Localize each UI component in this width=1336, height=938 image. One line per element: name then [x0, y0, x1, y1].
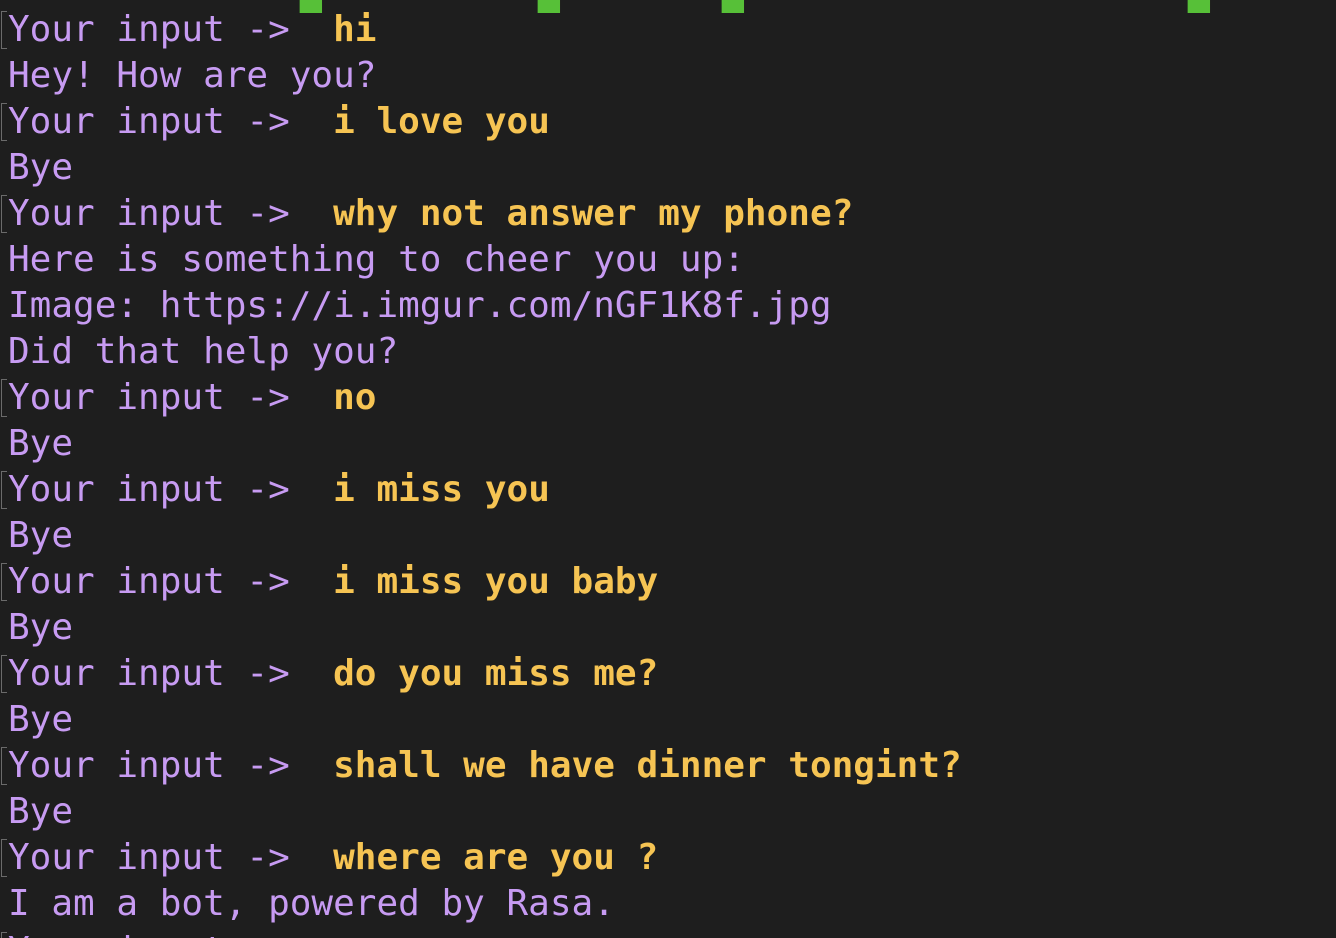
prompt-label: Your input ->	[8, 561, 290, 602]
bot-reply-line: Did that help you?	[0, 329, 1336, 375]
bot-reply-line: Bye	[0, 513, 1336, 559]
prompt-label: Your input ->	[8, 837, 290, 878]
user-input-text: hi	[333, 9, 377, 50]
prompt-label: Your input ->	[8, 193, 290, 234]
user-input-text: why not answer my phone?	[333, 193, 854, 234]
prompt-line: Your input -> i love you	[0, 99, 1336, 145]
bot-reply-text: Bye	[8, 699, 74, 740]
prompt-label: Your input ->	[8, 653, 290, 694]
user-input-text: where are you ?	[333, 837, 659, 878]
user-input-text: i love you	[333, 101, 550, 142]
prompt-label: Your input ->	[8, 377, 290, 418]
bot-reply-text: Bye	[8, 515, 74, 556]
prompt-line: Your input -> where are you ?	[0, 835, 1336, 881]
bot-reply-line: Bye	[0, 421, 1336, 467]
user-input-text: i miss you	[333, 469, 550, 510]
bot-reply-text: I am a bot, powered by Rasa.	[8, 883, 615, 924]
bot-reply-line: Here is something to cheer you up:	[0, 237, 1336, 283]
prompt-line: Your input -> hi	[0, 7, 1336, 53]
bot-reply-line: Bye	[0, 789, 1336, 835]
bot-reply-text: Here is something to cheer you up:	[8, 239, 745, 280]
bot-reply-text: Bye	[8, 147, 74, 188]
bot-reply-line: Bye	[0, 605, 1336, 651]
terminal-window[interactable]: ▄ ▄ ▄ ▄ Your input -> hi Hey! How are yo…	[0, 0, 1336, 938]
terminal-transcript: Your input -> hi Hey! How are you? Your …	[0, 7, 1336, 927]
prompt-line: Your input -> i miss you baby	[0, 559, 1336, 605]
user-input-text: do you miss me?	[333, 653, 659, 694]
bot-reply-text: Bye	[8, 423, 74, 464]
prompt-line: Your input -> why not answer my phone?	[0, 191, 1336, 237]
bot-reply-line: Bye	[0, 697, 1336, 743]
prompt-line: Your input -> i miss you	[0, 467, 1336, 513]
user-input-text: no	[333, 377, 377, 418]
user-input-text: i miss you baby	[333, 561, 659, 602]
prompt-label: Your input ->	[8, 930, 290, 938]
prompt-label: Your input ->	[8, 469, 290, 510]
bot-reply-line: Hey! How are you?	[0, 53, 1336, 99]
bot-reply-text: Did that help you?	[8, 331, 399, 372]
bot-reply-text: Bye	[8, 791, 74, 832]
user-input-text: shall we have dinner tongint?	[333, 745, 962, 786]
prompt-label: Your input ->	[8, 745, 290, 786]
bot-reply-text: Bye	[8, 607, 74, 648]
prompt-line: Your input -> no	[0, 375, 1336, 421]
prompt-label: Your input ->	[8, 101, 290, 142]
prompt-line: Your input -> do you miss me?	[0, 651, 1336, 697]
prompt-line: Your input -> shall we have dinner tongi…	[0, 743, 1336, 789]
prompt-label: Your input ->	[8, 9, 290, 50]
bot-reply-line: Bye	[0, 145, 1336, 191]
cut-off-next-prompt: Your input ->	[0, 928, 290, 938]
bot-reply-line: Image: https://i.imgur.com/nGF1K8f.jpg	[0, 283, 1336, 329]
bot-reply-text: Hey! How are you?	[8, 55, 377, 96]
bot-reply-line: I am a bot, powered by Rasa.	[0, 881, 1336, 927]
bot-image-link-text: Image: https://i.imgur.com/nGF1K8f.jpg	[8, 285, 832, 326]
